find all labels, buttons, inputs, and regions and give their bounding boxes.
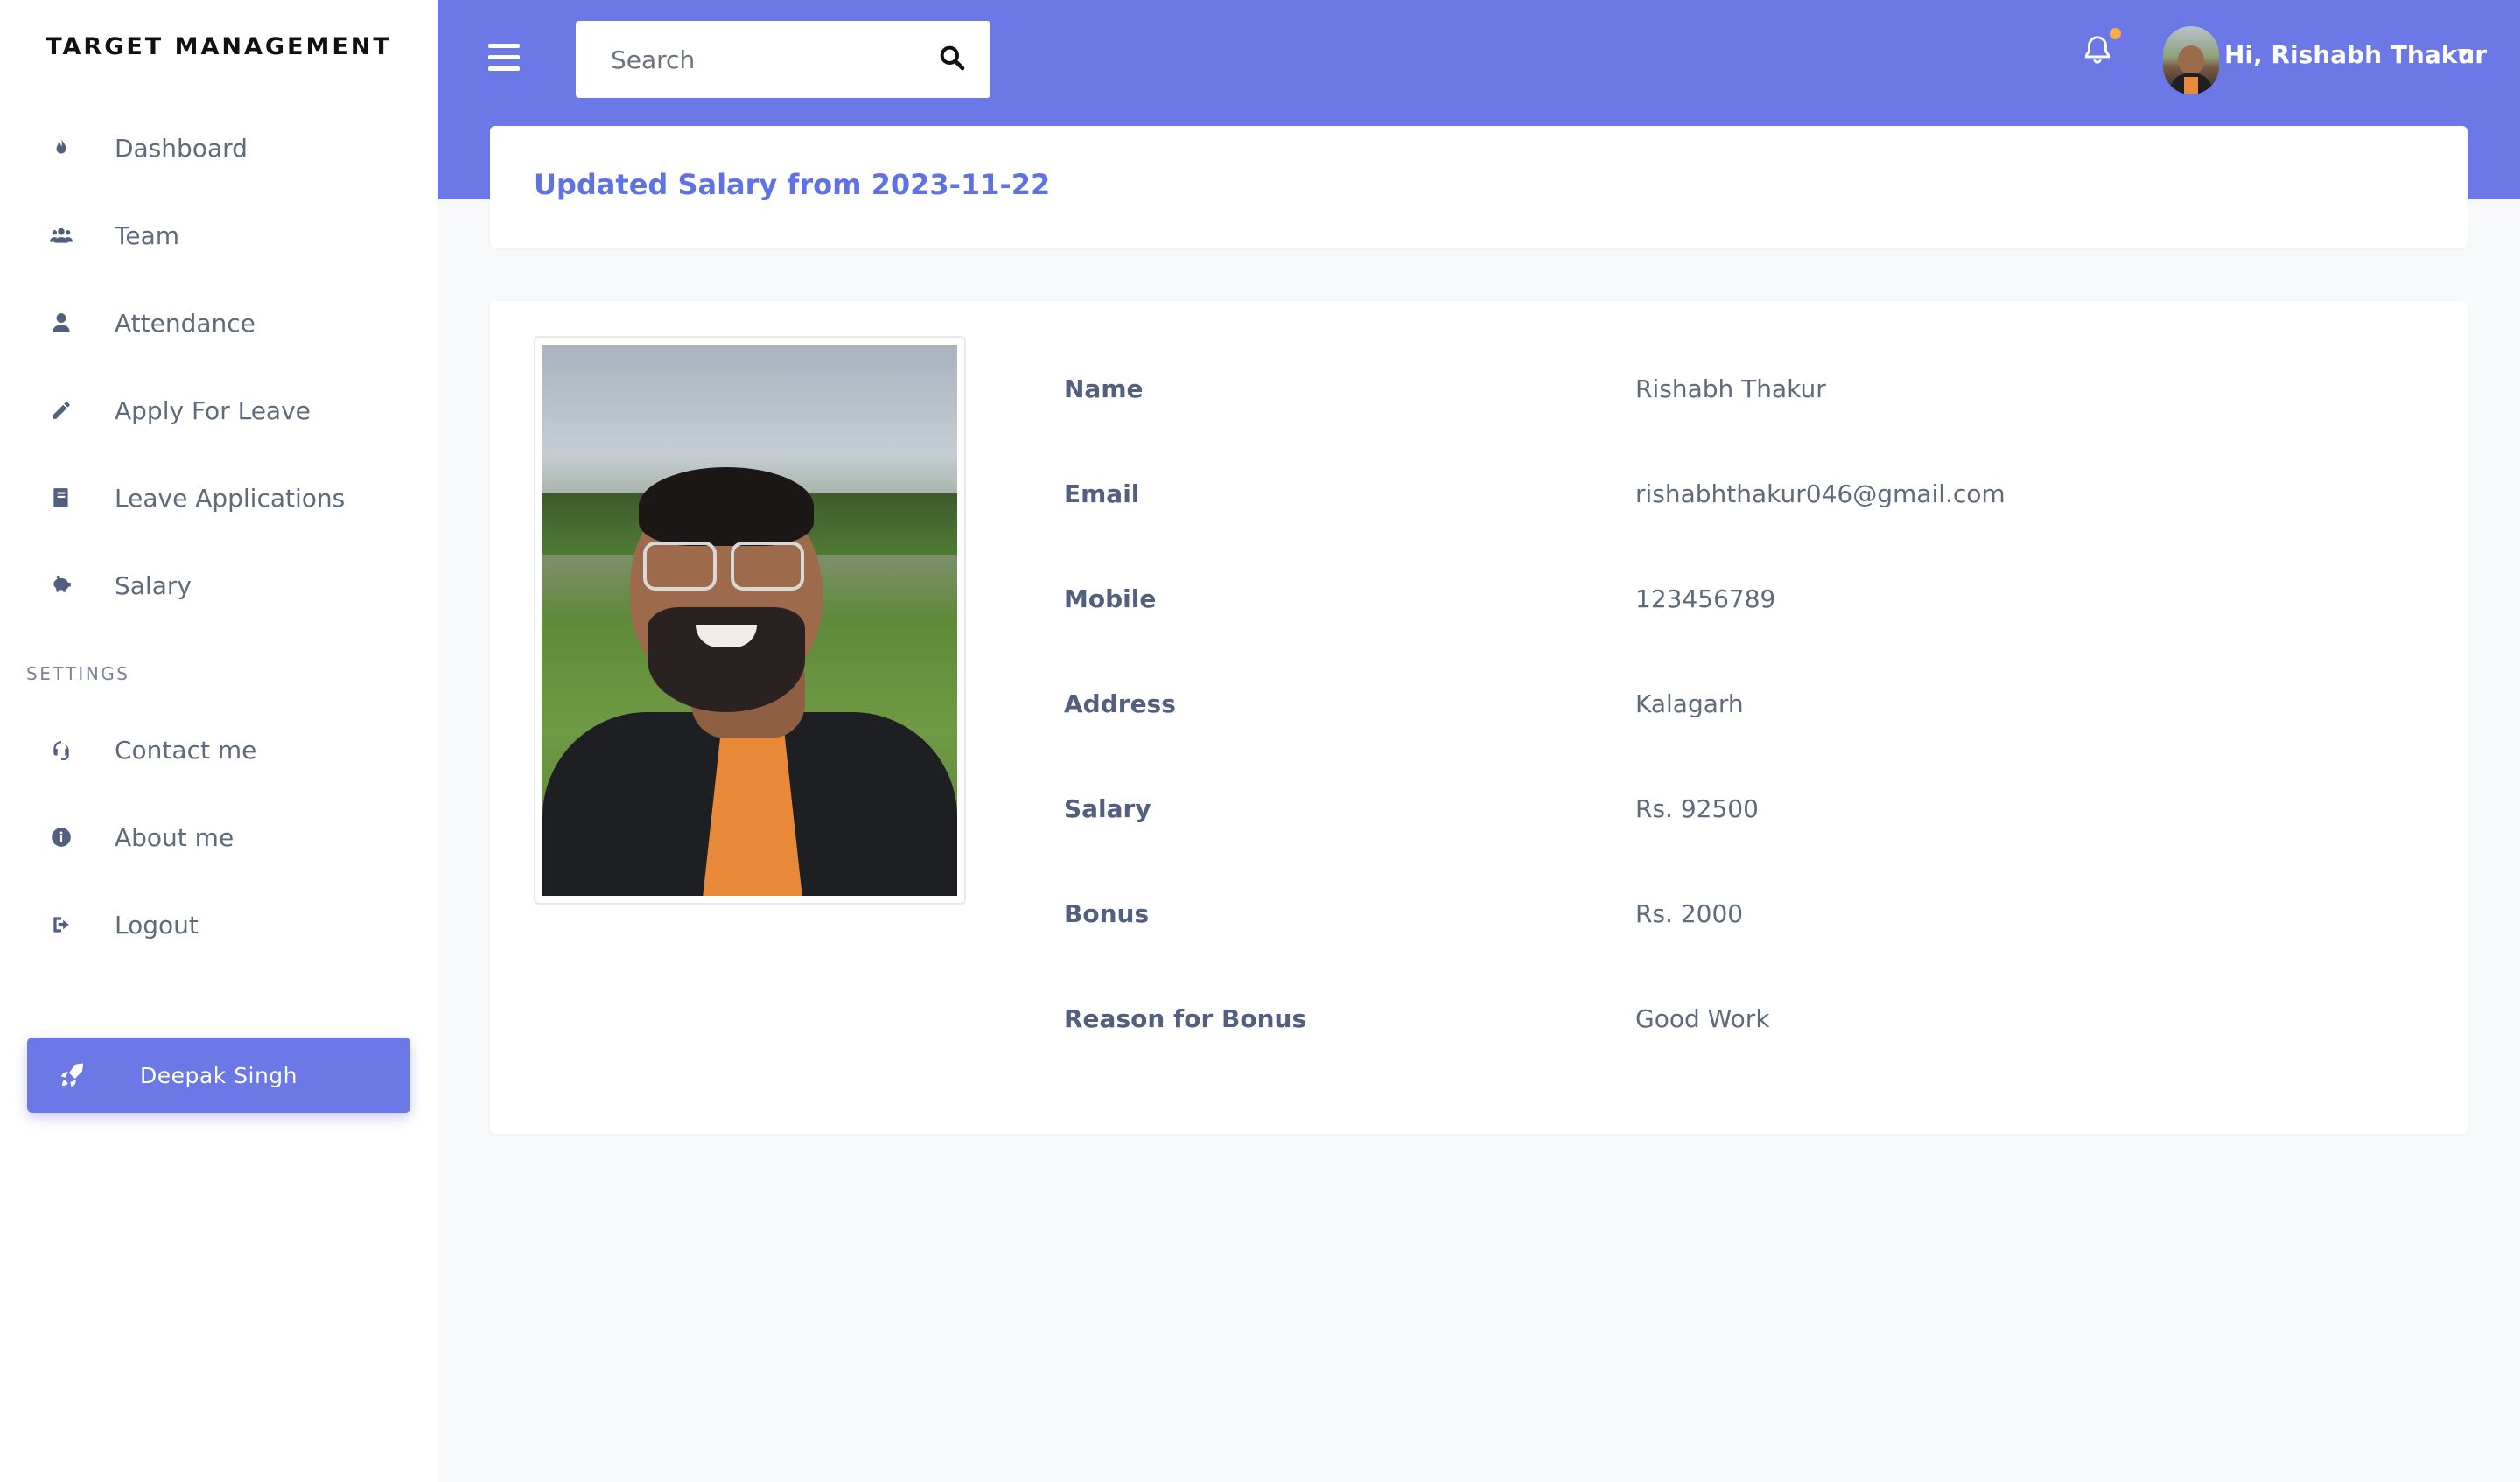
piggy-bank-icon <box>44 568 79 603</box>
pencil-icon <box>44 393 79 428</box>
detail-label-reason-for-bonus: Reason for Bonus <box>1064 1004 1307 1033</box>
sidebar-item-label: Apply For Leave <box>115 395 311 425</box>
chevron-down-icon <box>2457 49 2471 56</box>
users-icon <box>44 218 79 253</box>
profile-photo <box>534 336 966 905</box>
sidebar-item-about-me[interactable]: About me <box>0 802 438 872</box>
logout-icon <box>44 907 79 942</box>
page-title: Updated Salary from 2023-11-22 <box>534 168 1051 201</box>
sidebar-item-label: Attendance <box>115 308 256 338</box>
sidebar-item-label: Logout <box>115 910 199 940</box>
detail-label-mobile: Mobile <box>1064 584 1157 613</box>
brand-title: TARGET MANAGEMENT <box>46 33 392 60</box>
headset-icon <box>44 732 79 767</box>
user-menu-dropdown[interactable]: Hi, Rishabh Thakur <box>2163 26 2487 94</box>
notification-dot <box>2110 28 2121 39</box>
sidebar-item-logout[interactable]: Logout <box>0 890 438 960</box>
sidebar-item-contact-me[interactable]: Contact me <box>0 715 438 785</box>
page-title-card: Updated Salary from 2023-11-22 <box>490 126 2468 248</box>
sidebar-item-label: Dashboard <box>115 133 248 163</box>
detail-value-address: Kalagarh <box>1635 689 1744 718</box>
sidebar-item-leave-applications[interactable]: Leave Applications <box>0 463 438 533</box>
detail-label-email: Email <box>1064 479 1140 508</box>
sidebar-item-label: About me <box>115 822 234 852</box>
book-icon <box>44 480 79 515</box>
detail-value-bonus: Rs. 2000 <box>1635 899 1744 928</box>
salary-detail-card: Name Rishabh Thakur Email rishabhthakur0… <box>490 301 2468 1134</box>
sidebar-item-attendance[interactable]: Attendance <box>0 288 438 358</box>
settings-heading: SETTINGS <box>26 663 130 684</box>
sidebar-item-dashboard[interactable]: Dashboard <box>0 113 438 183</box>
search-input[interactable] <box>576 21 926 98</box>
sidebar-item-apply-for-leave[interactable]: Apply For Leave <box>0 375 438 445</box>
avatar <box>2163 26 2219 94</box>
fire-icon <box>44 130 79 165</box>
info-icon <box>44 820 79 855</box>
sidebar-item-label: Leave Applications <box>115 483 346 513</box>
menu-toggle-icon[interactable] <box>488 44 520 75</box>
detail-value-mobile: 123456789 <box>1635 584 1776 613</box>
detail-label-address: Address <box>1064 689 1176 718</box>
detail-label-salary: Salary <box>1064 794 1152 823</box>
detail-label-bonus: Bonus <box>1064 899 1150 928</box>
sidebar: TARGET MANAGEMENT Dashboard Team Attenda… <box>0 0 438 1482</box>
detail-label-name: Name <box>1064 374 1144 403</box>
detail-value-email: rishabhthakur046@gmail.com <box>1635 479 2006 508</box>
user-greeting: Hi, Rishabh Thakur <box>2224 40 2488 69</box>
cta-label: Deepak Singh <box>140 1062 298 1088</box>
sidebar-item-label: Salary <box>115 570 192 600</box>
sidebar-item-team[interactable]: Team <box>0 200 438 270</box>
sidebar-item-salary[interactable]: Salary <box>0 550 438 620</box>
user-icon <box>44 305 79 340</box>
detail-value-reason-for-bonus: Good Work <box>1635 1004 1770 1033</box>
sidebar-item-label: Contact me <box>115 735 257 765</box>
search-icon[interactable] <box>938 44 970 75</box>
profile-cta-button[interactable]: Deepak Singh <box>27 1038 410 1113</box>
detail-value-name: Rishabh Thakur <box>1635 374 1826 403</box>
sidebar-item-label: Team <box>115 220 180 250</box>
detail-value-salary: Rs. 92500 <box>1635 794 1759 823</box>
search-box <box>576 21 990 98</box>
